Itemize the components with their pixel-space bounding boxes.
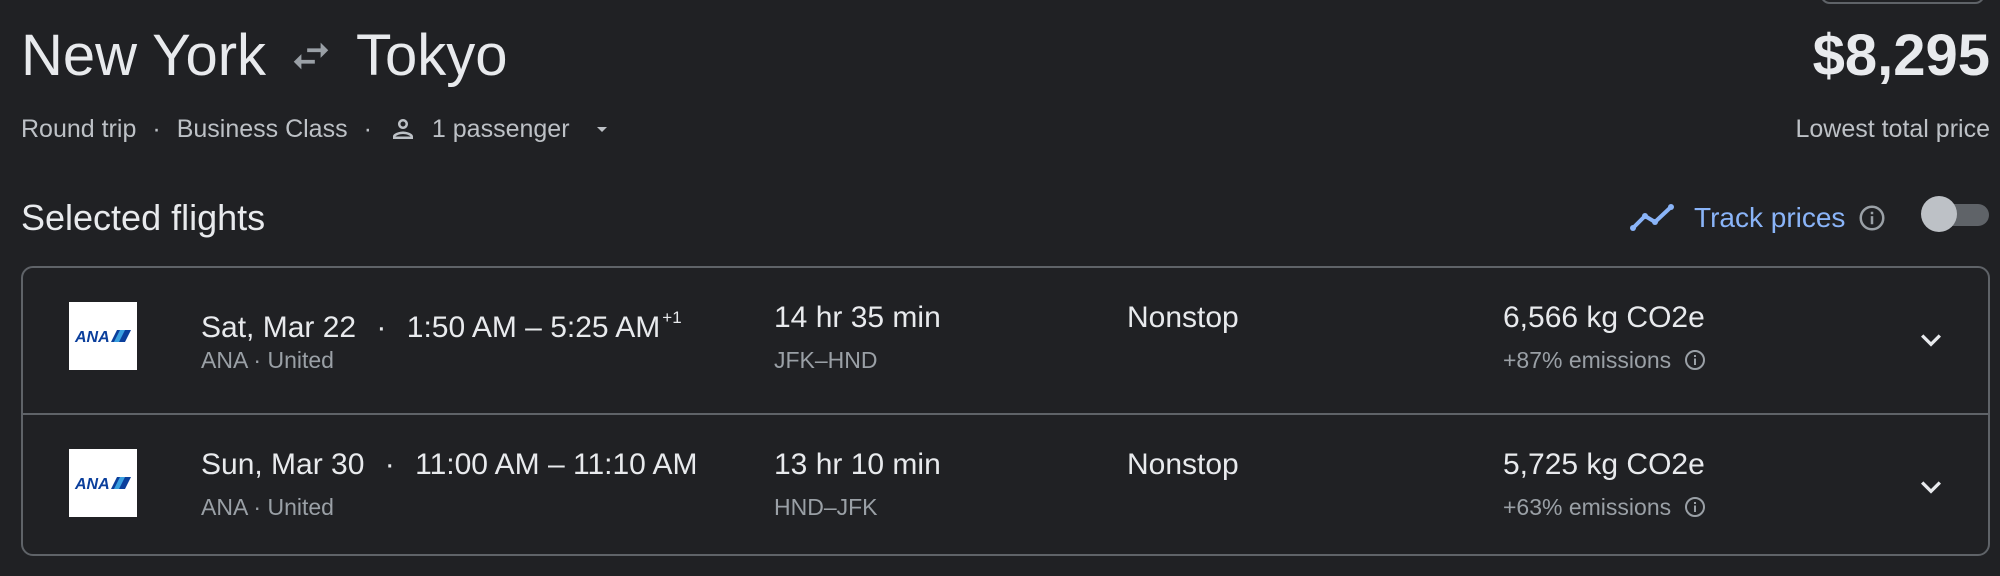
chevron-down-icon[interactable] xyxy=(1911,320,1951,360)
flight-row-return[interactable]: ANA Sun, Mar 30 · 11:00 AM – 11:10 AM AN… xyxy=(23,413,1988,554)
selected-flights-card: ANA Sat, Mar 22 · 1:50 AM – 5:25 AM +1 AN… xyxy=(21,266,1990,556)
emissions-note: +87% emissions xyxy=(1503,344,1707,376)
track-prices-toggle[interactable] xyxy=(1921,196,1991,232)
day-offset: +1 xyxy=(662,308,682,327)
ana-logo-mark: ANA xyxy=(74,476,131,493)
flight-times: Sun, Mar 30 · 11:00 AM – 11:10 AM xyxy=(201,445,698,485)
depart-arrive-times: 1:50 AM – 5:25 AM xyxy=(406,311,661,344)
svg-text:ANA: ANA xyxy=(74,329,110,346)
flight-stops: Nonstop xyxy=(1127,448,1239,481)
info-icon[interactable] xyxy=(1683,348,1707,372)
info-icon[interactable] xyxy=(1857,203,1887,233)
track-prices-label: Track prices xyxy=(1694,202,1846,233)
flight-stops: Nonstop xyxy=(1127,301,1239,334)
caret-down-icon xyxy=(596,127,607,132)
section-title: Selected flights xyxy=(21,197,266,238)
separator: · xyxy=(152,114,161,143)
ana-logo-mark: ANA xyxy=(74,329,131,346)
depart-arrive-times: 11:00 AM – 11:10 AM xyxy=(415,448,698,481)
person-icon xyxy=(392,119,413,139)
flight-date: Sun, Mar 30 xyxy=(201,448,365,481)
trip-type: Round trip xyxy=(21,114,137,143)
passenger-selector[interactable]: 1 passenger xyxy=(388,114,614,144)
flight-row-outbound[interactable]: ANA Sat, Mar 22 · 1:50 AM – 5:25 AM +1 AN… xyxy=(23,268,1988,411)
flight-duration: 14 hr 35 min xyxy=(774,301,941,334)
flight-times: Sat, Mar 22 · 1:50 AM – 5:25 AM +1 xyxy=(201,298,682,348)
co2-amount: 5,725 kg CO2e xyxy=(1503,448,1705,481)
operating-airlines: ANA · United xyxy=(201,347,334,373)
separator: · xyxy=(384,448,395,481)
flight-date: Sat, Mar 22 xyxy=(201,311,357,344)
destination-city: Tokyo xyxy=(356,23,508,88)
cabin-class: Business Class xyxy=(176,114,348,143)
emissions-percent: +63% emissions xyxy=(1503,494,1672,520)
emissions-percent: +87% emissions xyxy=(1503,347,1672,373)
ana-logo: ANA xyxy=(69,302,137,370)
total-price: $8,295 xyxy=(1812,23,1990,88)
svg-text:ANA: ANA xyxy=(74,476,110,493)
trip-meta: Round trip · Business Class · 1 passenge… xyxy=(21,111,614,147)
trending-line-icon xyxy=(1630,204,1674,231)
origin-city: New York xyxy=(21,23,267,88)
separator: · xyxy=(376,311,387,344)
swap-arrows-icon xyxy=(293,42,329,70)
chevron-down-icon[interactable] xyxy=(1911,467,1951,507)
co2-amount: 6,566 kg CO2e xyxy=(1503,301,1705,334)
info-icon[interactable] xyxy=(1683,495,1707,519)
flight-route: JFK–HND xyxy=(774,347,878,373)
operating-airlines: ANA · United xyxy=(201,494,334,520)
emissions-note: +63% emissions xyxy=(1503,491,1707,523)
flight-summary-page: New York Tokyo $8,295 Lowest total price… xyxy=(0,0,2000,576)
ana-logo: ANA xyxy=(69,449,137,517)
separator: · xyxy=(363,114,372,143)
track-prices[interactable]: Track prices xyxy=(1630,194,1887,242)
price-caption: Lowest total price xyxy=(1795,115,1990,143)
toggle-knob xyxy=(1921,196,1957,232)
flight-duration: 13 hr 10 min xyxy=(774,448,941,481)
route-title: New York Tokyo xyxy=(21,14,508,98)
top-button-edge[interactable] xyxy=(1820,0,1985,4)
passenger-count: 1 passenger xyxy=(431,114,570,143)
flight-route: HND–JFK xyxy=(774,494,878,520)
